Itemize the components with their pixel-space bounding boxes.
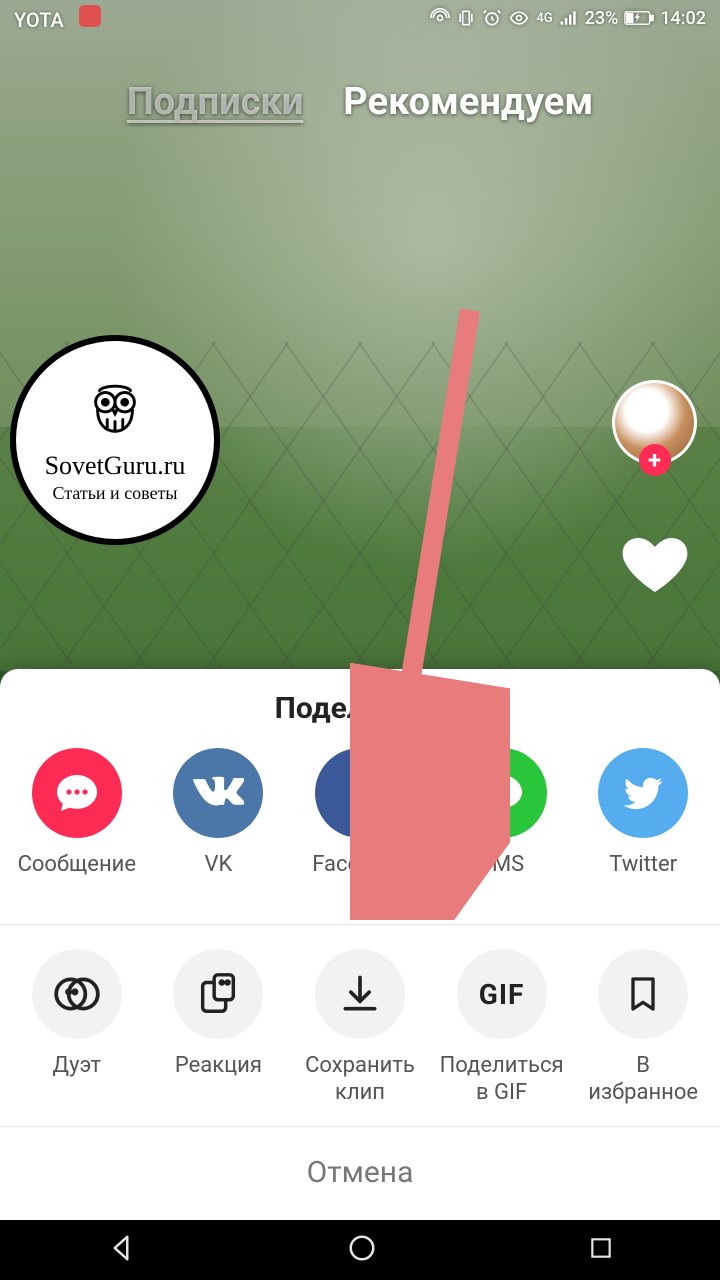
follow-plus-icon[interactable]: + [639,444,671,476]
share-vk-label: VK [204,852,232,904]
share-facebook[interactable]: Facebook [290,748,430,904]
status-left: YOTA [14,5,101,32]
video-actions-row: Дуэт Реакция Сохранить клип GIF Поделить… [0,924,720,1127]
react-icon [173,949,263,1039]
vibrate-icon [456,8,476,28]
tab-for-you[interactable]: Рекомендуем [343,80,593,124]
share-twitter-label: Twitter [609,852,677,904]
twitter-icon [598,748,688,838]
share-message[interactable]: Сообщение [7,748,147,904]
author-avatar[interactable]: + [612,380,697,465]
notification-badge-icon [79,5,101,27]
share-message-label: Сообщение [18,852,136,904]
action-duet[interactable]: Дуэт [7,949,147,1106]
battery-percent-label: 23% [585,8,619,29]
watermark-title: SovetGuru.ru [45,451,186,481]
action-duet-label: Дуэт [53,1053,102,1105]
network-type-label: 4G [536,11,552,26]
signal-icon [559,8,579,28]
watermark-subtitle: Статьи и советы [52,483,177,504]
gif-icon: GIF [457,949,547,1039]
channel-watermark: SovetGuru.ru Статьи и советы [10,335,220,545]
nav-recent-button[interactable] [588,1235,614,1265]
share-sms-label: SMS [479,852,524,904]
like-button[interactable] [615,525,695,605]
alarm-icon [482,8,502,28]
eye-icon [508,8,530,28]
share-facebook-label: Facebook [312,852,408,904]
share-targets-row: Сообщение VK Facebook SMS Twitter [0,748,720,924]
action-react[interactable]: Реакция [148,949,288,1106]
share-sheet: Поделиться Сообщение VK Facebook SMS [0,669,720,1220]
feed-tabs: Подписки Рекомендуем [0,80,720,124]
android-nav-bar [0,1220,720,1280]
battery-icon [624,10,654,26]
cancel-button[interactable]: Отмена [0,1127,720,1220]
action-share-gif[interactable]: GIF Поделиться в GIF [432,949,572,1106]
share-vk[interactable]: VK [148,748,288,904]
share-twitter[interactable]: Twitter [573,748,713,904]
action-favorite-label: В избранное [588,1053,698,1106]
message-icon [32,748,122,838]
video-side-actions: + [607,380,702,605]
clock-label: 14:02 [660,8,706,29]
bookmark-icon [598,949,688,1039]
sms-icon [457,748,547,838]
nav-home-button[interactable] [347,1233,377,1267]
duet-icon [32,949,122,1039]
carrier-label: YOTA [14,8,64,32]
facebook-icon [315,748,405,838]
hotspot-icon [430,8,450,28]
action-gif-label: Поделиться в GIF [440,1053,564,1106]
action-save-label: Сохранить клип [305,1053,415,1106]
status-bar: YOTA 4G 23% 14:02 [0,0,720,36]
nav-back-button[interactable] [106,1233,136,1267]
owl-icon [84,377,146,449]
action-favorite[interactable]: В избранное [573,949,713,1106]
share-sms[interactable]: SMS [432,748,572,904]
vk-icon [173,748,263,838]
action-react-label: Реакция [175,1053,262,1105]
action-save-video[interactable]: Сохранить клип [290,949,430,1106]
download-icon [315,949,405,1039]
status-right: 4G 23% 14:02 [430,8,706,29]
share-sheet-title: Поделиться [0,691,720,726]
tab-following[interactable]: Подписки [127,80,303,124]
